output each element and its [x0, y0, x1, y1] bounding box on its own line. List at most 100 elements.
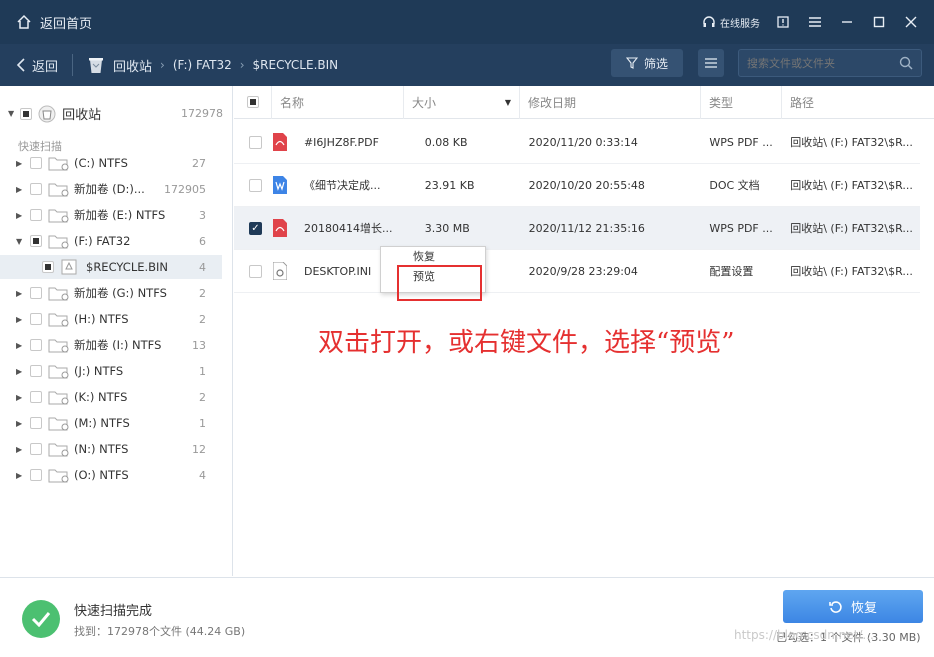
- tree-checkbox[interactable]: [30, 365, 42, 377]
- caret-down-icon[interactable]: ▼: [8, 109, 14, 118]
- column-header-size[interactable]: 大小 ▼: [404, 85, 520, 119]
- table-row[interactable]: 《细节决定成... 23.91 KB 2020/10/20 20:55:48 D…: [234, 164, 920, 207]
- sidebar-item-label: (J:) NTFS: [74, 364, 124, 378]
- sidebar-item-drive[interactable]: ▼ (F:) FAT32 6: [0, 229, 222, 253]
- watermark: https://blog.csdn.net/...: [734, 628, 874, 642]
- breadcrumb-item[interactable]: 回收站: [113, 56, 152, 75]
- caret-right-icon[interactable]: ▶: [16, 315, 28, 324]
- home-link[interactable]: 返回首页: [16, 13, 92, 32]
- sidebar-item-drive[interactable]: ▶ (M:) NTFS 1: [0, 411, 222, 435]
- tree-checkbox[interactable]: [30, 417, 42, 429]
- tree-checkbox[interactable]: [30, 391, 42, 403]
- tree-checkbox[interactable]: [42, 261, 54, 273]
- close-icon: [905, 16, 917, 28]
- view-toggle-button[interactable]: [698, 49, 724, 77]
- select-all-checkbox[interactable]: [246, 96, 259, 108]
- filter-icon: [625, 57, 638, 69]
- caret-right-icon[interactable]: ▶: [16, 211, 28, 220]
- recycle-bin-icon: [89, 58, 104, 73]
- column-header-type[interactable]: 类型: [701, 85, 782, 119]
- caret-right-icon[interactable]: ▶: [16, 445, 28, 454]
- column-header-date[interactable]: 修改日期: [520, 85, 701, 119]
- status-footer: 快速扫描完成 找到：172978个文件 (44.24 GB) 恢复 已勾选：1 …: [0, 577, 934, 657]
- table-row[interactable]: DESKTOP.INI 2020/9/28 23:29:04 配置设置 回收站\…: [234, 250, 920, 293]
- sidebar-item-drive[interactable]: ▶ 新加卷 (D:)... 172905: [0, 177, 222, 201]
- tree-checkbox[interactable]: [30, 443, 42, 455]
- sidebar-item-drive[interactable]: ▶ (N:) NTFS 12: [0, 437, 222, 461]
- column-header-size-label: 大小: [412, 95, 437, 110]
- tree-checkbox[interactable]: [30, 469, 42, 481]
- search-input[interactable]: [747, 56, 899, 70]
- tree-checkbox[interactable]: [30, 183, 42, 195]
- tree-checkbox[interactable]: [30, 209, 42, 221]
- caret-right-icon[interactable]: ▶: [16, 471, 28, 480]
- row-checkbox[interactable]: [249, 264, 262, 278]
- sidebar-item-label: 新加卷 (I:) NTFS: [74, 338, 162, 352]
- home-icon: [17, 14, 31, 29]
- tree-checkbox[interactable]: [30, 157, 42, 169]
- caret-down-icon[interactable]: ▼: [16, 237, 28, 246]
- feedback-button[interactable]: [774, 13, 792, 31]
- table-row[interactable]: #I6JHZ8F.PDF 0.08 KB 2020/11/20 0:33:14 …: [234, 121, 920, 164]
- sidebar-item-count: 12: [192, 442, 206, 456]
- close-button[interactable]: [902, 13, 920, 31]
- tree-checkbox[interactable]: [30, 313, 42, 325]
- table-row[interactable]: ✓ 20180414增长... 3.30 MB 2020/11/12 21:35…: [234, 207, 920, 250]
- sidebar-item-label: 新加卷 (E:) NTFS: [74, 208, 166, 222]
- filter-button[interactable]: 筛选: [611, 49, 683, 77]
- menu-button[interactable]: [806, 13, 824, 31]
- caret-right-icon[interactable]: ▶: [16, 289, 28, 298]
- back-button[interactable]: 返回: [16, 56, 58, 75]
- drive-folder-icon: [48, 391, 69, 405]
- sidebar-item-drive[interactable]: ▶ (O:) NTFS 4: [0, 463, 222, 487]
- sidebar-item-label: (C:) NTFS: [74, 156, 128, 170]
- row-checkbox[interactable]: [249, 135, 262, 149]
- breadcrumb-item[interactable]: $RECYCLE.BIN: [253, 58, 339, 72]
- select-all-checkbox-cell[interactable]: [234, 85, 272, 119]
- sidebar-item-drive[interactable]: ▶ (C:) NTFS 27: [0, 151, 222, 175]
- maximize-button[interactable]: [870, 13, 888, 31]
- restore-label: 恢复: [850, 601, 877, 616]
- tree-checkbox[interactable]: [20, 107, 33, 120]
- column-header-path[interactable]: 路径: [782, 86, 920, 119]
- menu-icon: [809, 17, 821, 27]
- tree-checkbox[interactable]: [30, 339, 42, 351]
- title-bar: 返回首页 在线服务: [0, 0, 934, 44]
- word-file-icon: [272, 176, 287, 194]
- sidebar-item-count: 3: [199, 208, 206, 222]
- tree-checkbox[interactable]: [30, 287, 42, 299]
- sidebar-item-drive[interactable]: ▶ 新加卷 (I:) NTFS 13: [0, 333, 222, 357]
- toolbar-divider: [72, 54, 74, 76]
- caret-right-icon[interactable]: ▶: [16, 341, 28, 350]
- drive-folder-icon: [48, 443, 69, 457]
- online-service-button[interactable]: 在线服务: [702, 15, 760, 30]
- file-date: 2020/11/20 0:33:14: [528, 135, 638, 149]
- sidebar-item-drive[interactable]: $RECYCLE.BIN 4: [0, 255, 222, 279]
- row-checkbox[interactable]: [249, 178, 262, 192]
- file-name: #I6JHZ8F.PDF: [303, 135, 379, 149]
- sidebar-item-drive[interactable]: ▶ 新加卷 (G:) NTFS 2: [0, 281, 222, 305]
- file-type: DOC 文档: [709, 179, 760, 192]
- caret-right-icon[interactable]: ▶: [16, 185, 28, 194]
- caret-right-icon[interactable]: ▶: [16, 393, 28, 402]
- row-checkbox[interactable]: ✓: [249, 221, 262, 235]
- tree-checkbox[interactable]: [30, 235, 42, 247]
- sidebar-item-label: (F:) FAT32: [74, 234, 131, 248]
- sidebar-item-drive[interactable]: ▶ (K:) NTFS 2: [0, 385, 222, 409]
- tree-root-recycle-bin[interactable]: ▼ 回收站 172978: [8, 104, 223, 123]
- restore-button[interactable]: 恢复: [783, 590, 923, 623]
- column-header-name[interactable]: 名称: [272, 85, 404, 119]
- search-icon[interactable]: [899, 56, 913, 70]
- caret-right-icon[interactable]: ▶: [16, 419, 28, 428]
- search-box[interactable]: [738, 49, 922, 77]
- caret-right-icon[interactable]: ▶: [16, 159, 28, 168]
- file-type: WPS PDF ...: [709, 221, 773, 235]
- sidebar-item-drive[interactable]: ▶ (J:) NTFS 1: [0, 359, 222, 383]
- context-menu-restore[interactable]: 恢复: [381, 247, 485, 267]
- breadcrumb-item[interactable]: (F:) FAT32: [173, 58, 232, 72]
- sidebar-item-drive[interactable]: ▶ 新加卷 (E:) NTFS 3: [0, 203, 222, 227]
- minimize-button[interactable]: [838, 13, 856, 31]
- caret-right-icon[interactable]: ▶: [16, 367, 28, 376]
- sidebar-item-drive[interactable]: ▶ (H:) NTFS 2: [0, 307, 222, 331]
- sidebar-tree: ▼ 回收站 172978 快速扫描 ▶ (C:) NTFS 27 ▶ 新加卷 (D:).…: [0, 86, 233, 576]
